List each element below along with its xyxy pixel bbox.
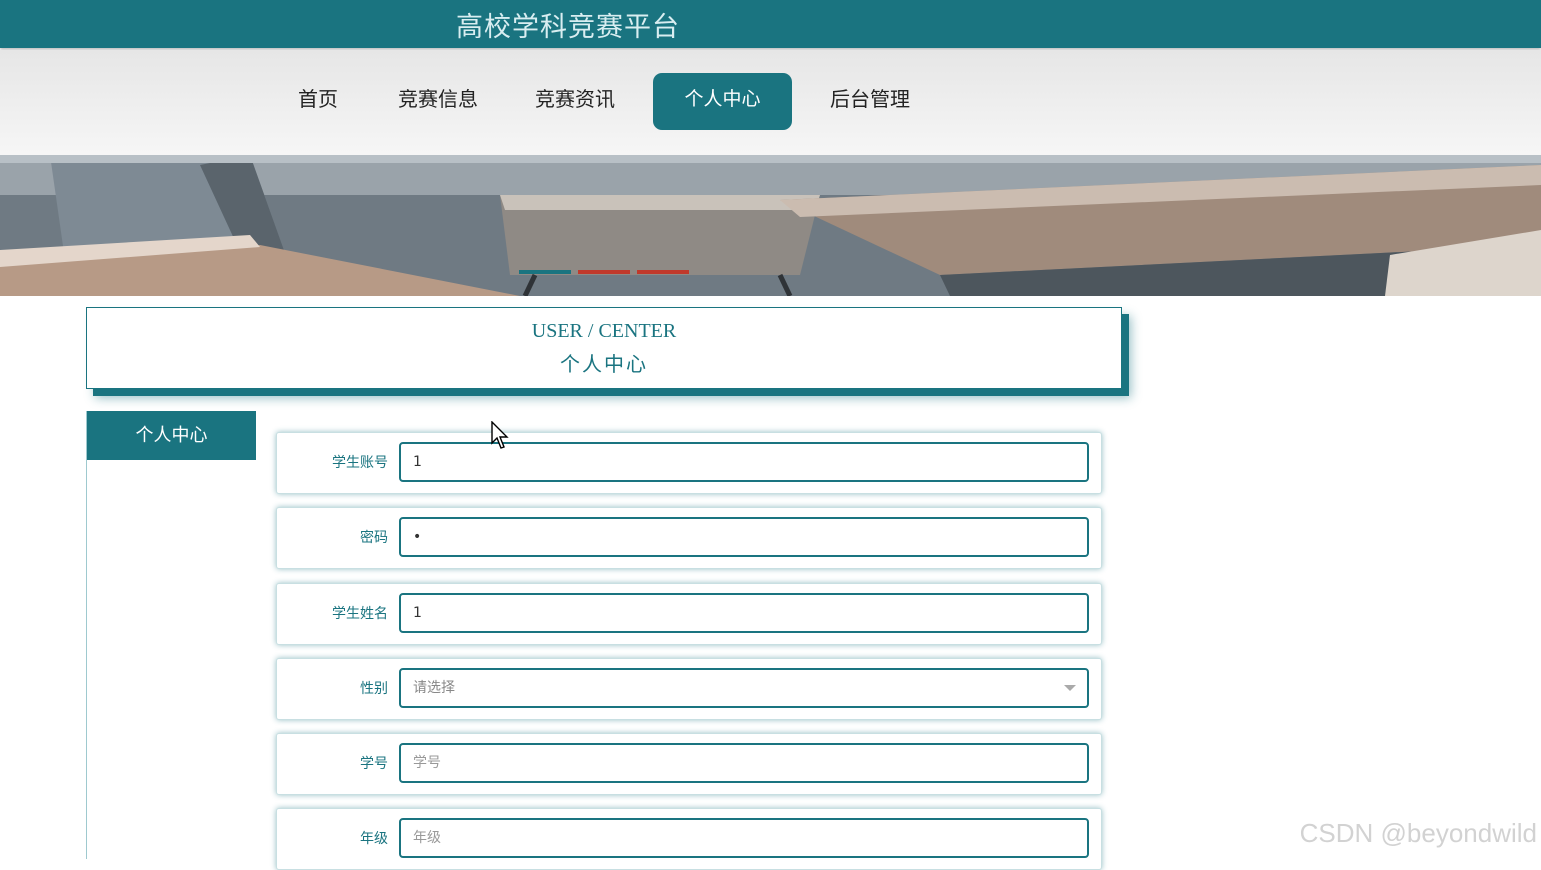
- form-row-student-name: 学生姓名: [276, 583, 1102, 645]
- nav-item-user-center[interactable]: 个人中心: [653, 73, 792, 130]
- form-row-student-id: 学号: [276, 733, 1102, 795]
- gender-select-placeholder: 请选择: [413, 680, 455, 696]
- nav-item-competition-info[interactable]: 竞赛信息: [385, 73, 491, 130]
- form-row-password: 密码: [276, 507, 1102, 569]
- hero-banner: [0, 155, 1541, 296]
- student-name-input[interactable]: [399, 593, 1089, 633]
- nav-item-competition-news[interactable]: 竞赛资讯: [522, 73, 628, 130]
- watermark-text: CSDN @beyondwild: [1299, 818, 1537, 848]
- top-header-bar: 高校学科竞赛平台: [0, 0, 1541, 48]
- form-row-grade: 年级: [276, 808, 1102, 870]
- section-title-en: USER / CENTER: [531, 320, 677, 342]
- grade-input[interactable]: [399, 818, 1089, 858]
- student-id-label: 学号: [360, 756, 388, 772]
- slider-dot-2[interactable]: [578, 270, 630, 274]
- site-title: 高校学科竞赛平台: [456, 12, 680, 43]
- sidebar-item-user-center[interactable]: 个人中心: [87, 411, 256, 460]
- nav-item-home[interactable]: 首页: [284, 73, 352, 130]
- grade-label: 年级: [360, 831, 388, 847]
- account-label: 学生账号: [332, 455, 388, 471]
- gender-select[interactable]: 请选择: [399, 668, 1089, 708]
- form-row-account: 学生账号: [276, 432, 1102, 494]
- mouse-cursor-icon: [491, 421, 509, 449]
- chevron-down-icon: [1064, 685, 1076, 691]
- password-input[interactable]: [399, 517, 1089, 557]
- nav-item-admin[interactable]: 后台管理: [817, 73, 923, 130]
- section-title-cn: 个人中心: [560, 352, 648, 376]
- sidebar: 个人中心: [86, 411, 257, 859]
- slider-dot-3[interactable]: [637, 270, 689, 274]
- student-name-label: 学生姓名: [332, 606, 388, 622]
- classroom-banner-image: [0, 155, 1541, 296]
- slider-dot-1[interactable]: [519, 270, 571, 274]
- gender-label: 性别: [360, 681, 388, 697]
- main-nav: 首页 竞赛信息 竞赛资讯 个人中心 后台管理: [0, 50, 1541, 155]
- password-label: 密码: [360, 530, 388, 546]
- section-header: USER / CENTER 个人中心: [86, 307, 1122, 389]
- student-id-input[interactable]: [399, 743, 1089, 783]
- form-row-gender: 性别 请选择: [276, 658, 1102, 720]
